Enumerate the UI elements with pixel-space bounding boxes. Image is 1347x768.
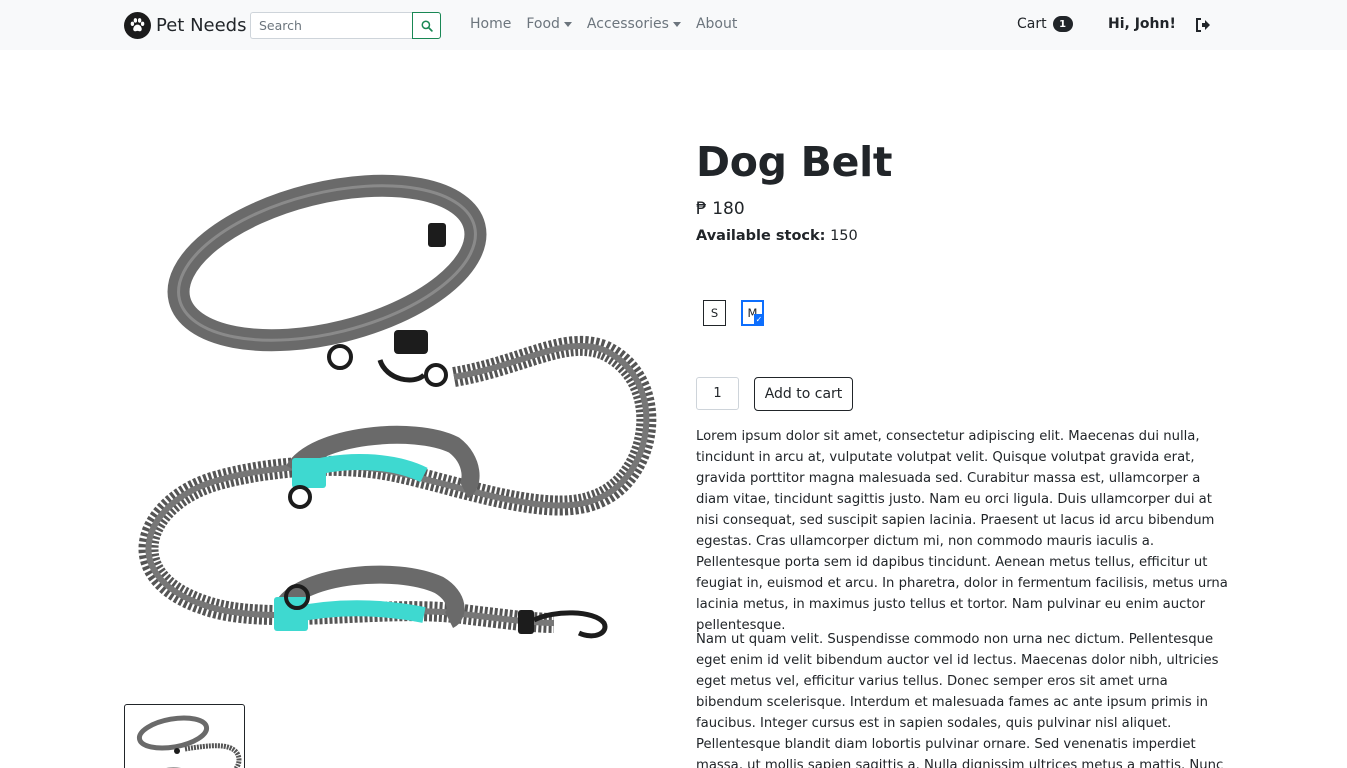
chevron-down-icon [563,21,572,27]
product-description-paragraph: Lorem ipsum dolor sit amet, consectetur … [696,429,1228,633]
search-button[interactable] [412,12,441,39]
nav-about[interactable]: About [696,16,737,32]
user-greeting[interactable]: Hi, John! [1108,16,1176,32]
brand-link[interactable]: Pet Needs [124,11,246,39]
search-icon [421,20,433,32]
brand-name: Pet Needs [156,14,247,36]
nav-home-label: Home [470,16,512,32]
chevron-down-icon [672,21,681,27]
check-icon: ✓ [754,314,764,325]
product-description-paragraph: Nam ut quam velit. Suspendisse commodo n… [696,632,1224,768]
cart-count-badge: 1 [1052,16,1073,32]
stock-label: Available stock: [696,228,826,244]
nav-accessories-label: Accessories [586,16,669,32]
size-label: S [710,306,719,320]
available-stock: Available stock: 150 [696,228,858,244]
nav-food-label: Food [526,16,560,32]
product-image [138,174,657,639]
stock-value: 150 [830,228,858,244]
search-form [250,12,441,39]
paw-icon [124,11,151,39]
add-to-cart-button[interactable]: Add to cart [754,377,853,411]
product-title: Dog Belt [696,138,893,186]
product-thumbnail[interactable] [124,704,245,768]
nav-about-label: About [695,16,738,32]
navbar: Pet Needs Home Food Accessories About Ca… [0,0,1347,50]
nav-food-dropdown[interactable]: Food [526,16,572,32]
size-selector: S M ✓ [703,300,779,326]
nav-accessories-dropdown[interactable]: Accessories [587,16,681,32]
product-price: ₱ 180 [696,199,745,219]
logout-icon[interactable] [1195,18,1211,32]
cart-link[interactable]: Cart 1 [1017,16,1073,32]
quantity-input[interactable] [696,377,739,410]
size-option-s[interactable]: S [703,300,726,326]
search-input[interactable] [250,12,412,39]
thumbnail-image [136,715,242,768]
cart-label: Cart [1017,16,1047,32]
size-option-m[interactable]: M ✓ [741,300,764,326]
nav-home[interactable]: Home [470,16,511,32]
main-nav: Home Food Accessories About [470,16,752,32]
